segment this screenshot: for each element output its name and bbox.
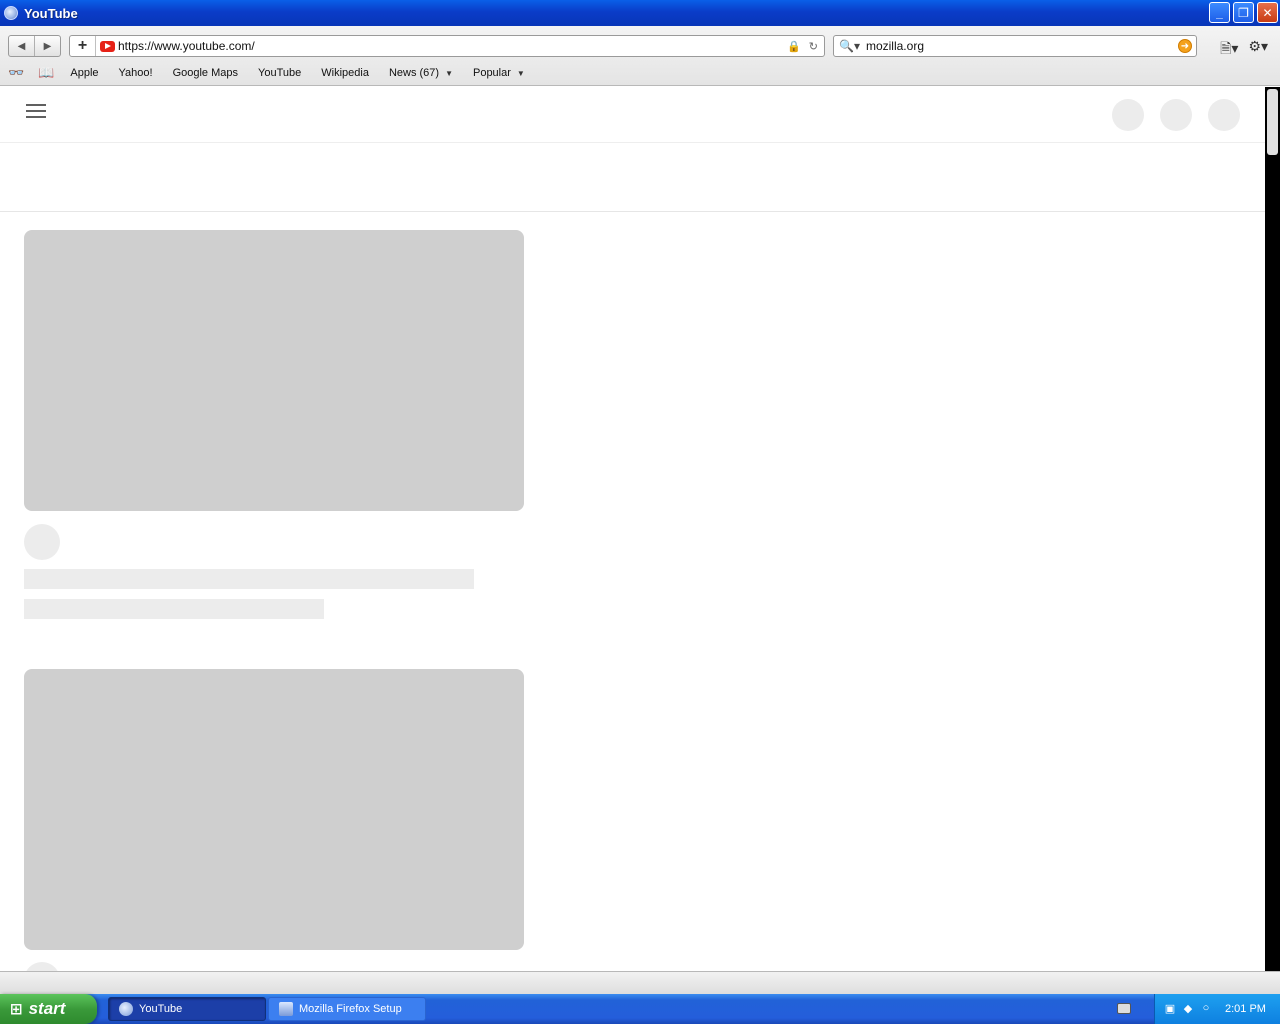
channel-avatar-placeholder — [24, 962, 60, 971]
bookmarks-bar: 👓 📖 Apple Yahoo! Google Maps YouTube Wik… — [0, 63, 1280, 83]
nav-buttons: ◀ ▶ — [8, 35, 61, 57]
keyboard-language-icon[interactable] — [1117, 1003, 1131, 1014]
scrollbar-thumb[interactable] — [1267, 89, 1278, 155]
new-tab-button[interactable]: + — [70, 36, 96, 56]
bookmark-wikipedia[interactable]: Wikipedia — [321, 67, 369, 79]
status-bar — [0, 971, 1280, 994]
update-shield-icon[interactable]: ◆ — [1181, 1002, 1195, 1016]
windows-flag-icon: ⊞ — [10, 1001, 23, 1018]
forward-button[interactable]: ▶ — [34, 36, 60, 56]
title-line-placeholder — [24, 569, 474, 589]
bookmark-popular-folder[interactable]: Popular ▼ — [473, 67, 525, 79]
address-bar[interactable]: + https://www.youtube.com/ 🔒 ↻ — [69, 35, 825, 57]
bookmark-news-label: News (67) — [388, 67, 440, 79]
hamburger-menu-icon[interactable] — [26, 104, 46, 118]
settings-gear-icon[interactable]: ⚙▾ — [1248, 38, 1268, 62]
page-content — [0, 87, 1265, 971]
taskbar-item-label: YouTube — [139, 1003, 183, 1015]
reading-list-icon[interactable]: 👓 — [8, 65, 24, 81]
start-label: start — [28, 999, 66, 1018]
maximize-button[interactable]: ❐ — [1233, 2, 1254, 23]
lock-icon: 🔒 — [787, 40, 801, 53]
system-tray: ▣ ◆ ○ 2:01 PM — [1154, 994, 1280, 1024]
chips-bar-placeholder — [0, 143, 1265, 212]
search-tray-icon[interactable]: ○ — [1199, 1002, 1213, 1016]
meta-line-placeholder — [24, 599, 324, 619]
video-thumbnail-placeholder — [24, 230, 524, 511]
header-placeholder-circle — [1112, 99, 1144, 131]
page-menu-icon[interactable]: 🗎▾ — [1220, 38, 1238, 62]
chevron-down-icon: ▼ — [445, 69, 453, 78]
reload-icon[interactable]: ↻ — [809, 40, 818, 53]
taskbar-item-youtube[interactable]: YouTube — [108, 997, 266, 1021]
bookmark-popular-label: Popular — [472, 67, 511, 79]
taskbar-item-label: Mozilla Firefox Setup — [299, 1003, 402, 1015]
search-engine-icon[interactable]: 🔍▾ — [839, 39, 860, 53]
vertical-scrollbar[interactable] — [1265, 87, 1280, 971]
installer-icon — [279, 1002, 293, 1016]
search-go-icon[interactable]: ➜ — [1178, 39, 1192, 53]
header-placeholder-circle — [1160, 99, 1192, 131]
bookmark-yahoo[interactable]: Yahoo! — [119, 67, 153, 79]
browser-icon — [4, 6, 18, 20]
channel-avatar-placeholder — [24, 524, 60, 560]
bookmark-google-maps[interactable]: Google Maps — [173, 67, 238, 79]
clock: 2:01 PM — [1225, 1003, 1266, 1015]
bookmark-youtube[interactable]: YouTube — [258, 67, 301, 79]
url-field[interactable]: https://www.youtube.com/ — [118, 39, 787, 53]
browser-icon — [119, 1002, 133, 1016]
minimize-button[interactable]: _ — [1209, 2, 1230, 23]
window-titlebar[interactable]: YouTube _ ❐ ✕ — [0, 0, 1280, 26]
window-title: YouTube — [24, 5, 78, 21]
start-button[interactable]: ⊞ start — [0, 994, 97, 1024]
chevron-down-icon: ▼ — [516, 69, 525, 78]
bookmark-news-folder[interactable]: News (67) ▼ — [389, 67, 453, 79]
search-input[interactable]: mozilla.org — [866, 39, 1178, 53]
bookmarks-book-icon[interactable]: 📖 — [38, 65, 54, 81]
search-box[interactable]: 🔍▾ mozilla.org ➜ — [833, 35, 1197, 57]
taskbar-item-firefox-setup[interactable]: Mozilla Firefox Setup — [268, 997, 426, 1021]
windows-taskbar: ⊞ start YouTube Mozilla Firefox Setup ▣ … — [0, 994, 1280, 1024]
close-button[interactable]: ✕ — [1257, 2, 1278, 23]
window-controls: _ ❐ ✕ — [1209, 2, 1278, 23]
youtube-favicon-icon — [100, 40, 115, 52]
back-button[interactable]: ◀ — [9, 36, 34, 56]
video-thumbnail-placeholder — [24, 669, 524, 950]
youtube-header — [0, 87, 1265, 143]
header-placeholder-circle — [1208, 99, 1240, 131]
network-icon[interactable]: ▣ — [1163, 1002, 1177, 1016]
browser-toolbar: ◀ ▶ + https://www.youtube.com/ 🔒 ↻ 🔍▾ mo… — [0, 26, 1280, 86]
bookmark-apple[interactable]: Apple — [70, 67, 98, 79]
